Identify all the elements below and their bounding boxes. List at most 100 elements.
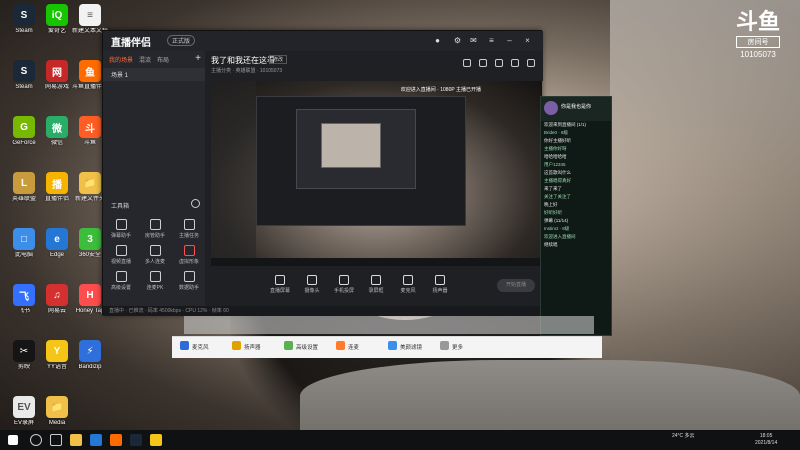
- chat-message: Bride0 · 8级: [544, 130, 569, 135]
- scene-item[interactable]: 场景 1: [103, 68, 205, 81]
- edit-title-button[interactable]: 修改: [269, 55, 288, 64]
- toolbox-title: 工具箱: [111, 204, 130, 210]
- tool-icon: [183, 219, 195, 230]
- app-icon-glyph: EV: [17, 401, 31, 413]
- app-icon: H: [79, 284, 101, 306]
- chat-message: 弹幕 (11/14): [544, 218, 569, 223]
- phone-cast-button[interactable]: 手机投屏: [329, 275, 359, 294]
- app-icon-glyph: e: [54, 233, 60, 245]
- tool-icon: [115, 245, 127, 256]
- chat-message: 好听好听: [544, 210, 562, 215]
- screen-source-button[interactable]: 直播屏幕: [265, 275, 295, 294]
- speaker-label: 扬声器: [432, 288, 448, 294]
- tool-button[interactable]: 多人连麦: [139, 245, 171, 265]
- strip-item-icon[interactable]: [336, 341, 345, 350]
- speaker-button[interactable]: 扬声器: [425, 275, 455, 294]
- desktop-icon[interactable]: 📁 Media: [37, 396, 77, 427]
- strip-item-label[interactable]: 扬声器: [244, 343, 261, 351]
- tool-label: 高级设置: [110, 285, 131, 291]
- minimize-icon[interactable]: –: [505, 36, 514, 45]
- tool-button[interactable]: 数据助手: [173, 271, 205, 291]
- app-icon-glyph: S: [20, 65, 28, 77]
- strip-item-label[interactable]: 美颜滤镜: [400, 343, 422, 351]
- microphone-icon: [403, 275, 413, 285]
- strip-item-icon[interactable]: [232, 341, 241, 350]
- chat-message: 继续唱: [544, 242, 558, 247]
- tool-button[interactable]: 连麦PK: [139, 271, 171, 291]
- version-badge[interactable]: 正式版: [167, 35, 196, 46]
- tool-button[interactable]: 高级设置: [105, 271, 137, 291]
- tool-button[interactable]: 主播任务: [173, 219, 205, 239]
- assistant-toolbar-strip: 麦克风 扬声器 高级设置 连麦 美颜滤镜 更多: [172, 316, 602, 362]
- tool-icon: [149, 219, 161, 230]
- app-icon: L: [13, 172, 35, 194]
- chat-message: 这首歌叫什么: [544, 170, 571, 175]
- tab-mix[interactable]: 混流: [139, 55, 151, 64]
- lock-icon[interactable]: [479, 59, 487, 67]
- chat-message: 来了来了: [544, 186, 562, 191]
- room-tag: 房间号: [736, 36, 780, 48]
- tool-button[interactable]: 视频直播: [105, 245, 137, 265]
- tool-label: 房管助手: [144, 233, 165, 239]
- windows-start-icon[interactable]: [8, 435, 18, 445]
- strip-translucent-bar: [184, 316, 594, 334]
- weather-status[interactable]: 24°C 多云: [672, 433, 695, 440]
- steam-taskbar-icon[interactable]: [130, 434, 142, 446]
- edge-icon[interactable]: [90, 434, 102, 446]
- strip-item-icon[interactable]: [388, 341, 397, 350]
- tool-button[interactable]: 弹幕助手: [105, 219, 137, 239]
- tab-my-scenes[interactable]: 我的场景: [109, 55, 133, 64]
- app-icon-glyph: Y: [53, 345, 61, 357]
- strip-item-label[interactable]: 连麦: [348, 343, 359, 351]
- scene-tabs: 我的场景 混流 布局: [103, 51, 205, 68]
- clock[interactable]: 18:05 2021/8/14: [755, 433, 777, 447]
- start-stream-button[interactable]: 开始直播: [497, 279, 535, 292]
- strip-item-icon[interactable]: [284, 341, 293, 350]
- settings-icon[interactable]: ⚙: [453, 36, 462, 45]
- app-icon-glyph: ♫: [53, 289, 61, 301]
- live-assistant-taskbar-icon[interactable]: [110, 434, 122, 446]
- live-assistant-window: 直播伴侣 正式版 ● ⚙ ✉ ≡ – × 我的场景 混流 布局 + 场景 1 工…: [102, 30, 543, 316]
- chart-icon[interactable]: [495, 59, 503, 67]
- yy-taskbar-icon[interactable]: [150, 434, 162, 446]
- app-icon: G: [13, 116, 35, 138]
- tool-button[interactable]: 虚拟形象: [173, 245, 205, 265]
- desktop-icon[interactable]: ⚡ Bandizip: [70, 340, 110, 371]
- gift-icon[interactable]: [463, 59, 471, 67]
- scene-panel: 我的场景 混流 布局 + 场景 1 工具箱 弹幕助手 房管助手 主播任务视频直播 多人…: [103, 51, 205, 306]
- record-region-button[interactable]: 录屏框: [361, 275, 391, 294]
- app-icon: ≡: [79, 4, 101, 26]
- message-icon[interactable]: ✉: [469, 36, 478, 45]
- camera-source-button[interactable]: 摄像头: [297, 275, 327, 294]
- app-icon-glyph: L: [20, 177, 28, 189]
- windows-taskbar: 24°C 多云 18:05 2021/8/14: [0, 430, 800, 450]
- bell-icon[interactable]: [511, 59, 519, 67]
- app-icon: ♫: [46, 284, 68, 306]
- microphone-button[interactable]: 麦克风: [393, 275, 423, 294]
- tool-label: 视频直播: [110, 259, 131, 265]
- stream-preview[interactable]: 欢迎进入直播间 · 1080P 主播已开播: [211, 81, 541, 266]
- menu-icon[interactable]: ≡: [487, 36, 496, 45]
- close-icon[interactable]: ×: [523, 36, 532, 45]
- share-icon[interactable]: [527, 59, 535, 67]
- avatar: [544, 101, 558, 115]
- task-view-icon[interactable]: [50, 434, 62, 446]
- file-explorer-icon[interactable]: [70, 434, 82, 446]
- room-number: 10105073: [740, 50, 776, 59]
- tab-layout[interactable]: 布局: [157, 55, 169, 64]
- tool-button[interactable]: 房管助手: [139, 219, 171, 239]
- app-icon-glyph: iQ: [51, 9, 63, 21]
- speaker-icon: [435, 275, 445, 285]
- desktop-icon-label: Bandizip: [78, 364, 102, 370]
- avatar-icon[interactable]: ●: [433, 36, 442, 45]
- strip-item-label[interactable]: 更多: [452, 343, 463, 351]
- strip-item-icon[interactable]: [440, 341, 449, 350]
- strip-item-label[interactable]: 高级设置: [296, 343, 318, 351]
- app-icon-glyph: 微: [52, 123, 62, 135]
- tool-icon: [183, 271, 195, 282]
- refresh-icon[interactable]: [191, 199, 200, 208]
- strip-item-icon[interactable]: [180, 341, 189, 350]
- strip-item-label[interactable]: 麦克风: [192, 343, 209, 351]
- add-scene-icon[interactable]: +: [195, 53, 201, 64]
- search-icon[interactable]: [30, 434, 42, 446]
